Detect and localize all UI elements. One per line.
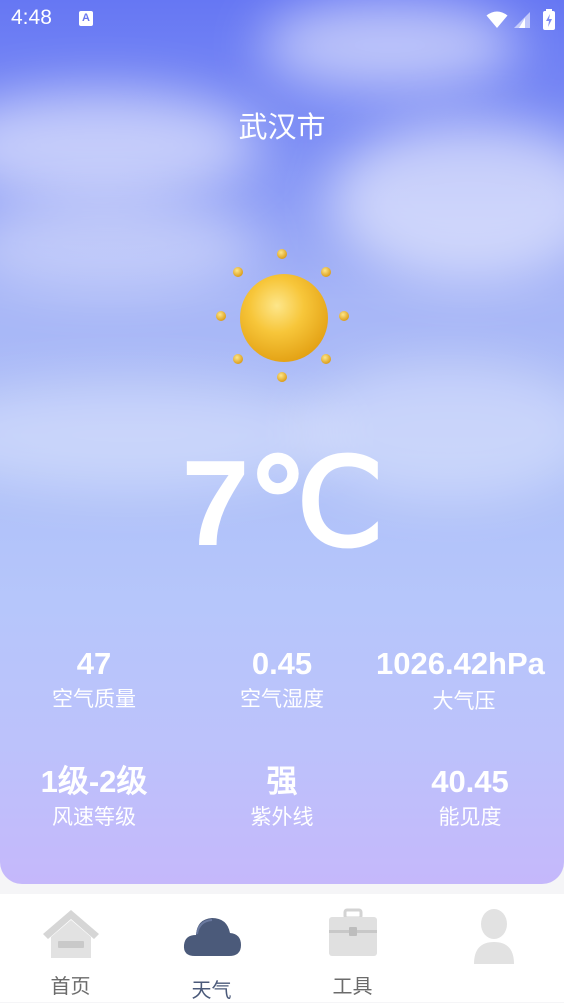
stat-value: 40.45 xyxy=(431,764,509,799)
nav-item-tools[interactable]: 工具 xyxy=(282,894,423,1002)
stat-visibility: 40.45 能见度 xyxy=(376,762,564,832)
stat-wind-level: 1级-2级 风速等级 xyxy=(0,762,188,832)
city-name: 武汉市 xyxy=(238,110,326,144)
nav-label: 天气 xyxy=(191,978,232,1002)
stat-label: 风速等级 xyxy=(52,805,136,829)
stat-label: 紫外线 xyxy=(250,805,314,829)
temperature-value: 7℃ xyxy=(181,435,385,571)
stat-label: 空气质量 xyxy=(52,687,136,711)
nav-item-home[interactable]: 首页 xyxy=(0,894,141,1002)
stat-label: 大气压 xyxy=(432,689,496,713)
stat-value: 47 xyxy=(76,646,112,681)
cloud-icon xyxy=(183,918,241,956)
notification-icon: A xyxy=(79,11,93,26)
stat-uv: 强 紫外线 xyxy=(188,762,376,832)
home-icon xyxy=(42,910,99,958)
status-bar: 4:48 A xyxy=(0,0,564,40)
battery-icon xyxy=(543,9,555,30)
stat-air-quality: 47 空气质量 xyxy=(0,644,188,714)
stat-value: 1026.42hPa xyxy=(376,646,545,681)
nav-item-profile[interactable] xyxy=(423,894,564,1002)
stat-value: 1级-2级 xyxy=(40,764,148,799)
nav-item-weather[interactable]: 天气 xyxy=(141,894,282,1002)
sun-icon xyxy=(212,246,356,390)
stat-label: 能见度 xyxy=(438,805,502,829)
nav-label: 工具 xyxy=(332,974,373,998)
stat-value: 强 xyxy=(266,764,298,799)
stat-air-pressure: 1026.42hPa 大气压 xyxy=(370,642,558,716)
signal-icon xyxy=(513,12,530,28)
nav-label: 首页 xyxy=(50,974,91,998)
toolbox-icon xyxy=(328,908,377,956)
status-icons xyxy=(486,9,556,30)
wifi-icon xyxy=(486,11,508,28)
user-icon xyxy=(473,909,514,964)
stat-value: 0.45 xyxy=(251,646,313,681)
status-time: 4:48 xyxy=(11,6,52,29)
bottom-nav: 首页 天气 工具 xyxy=(0,894,564,1002)
